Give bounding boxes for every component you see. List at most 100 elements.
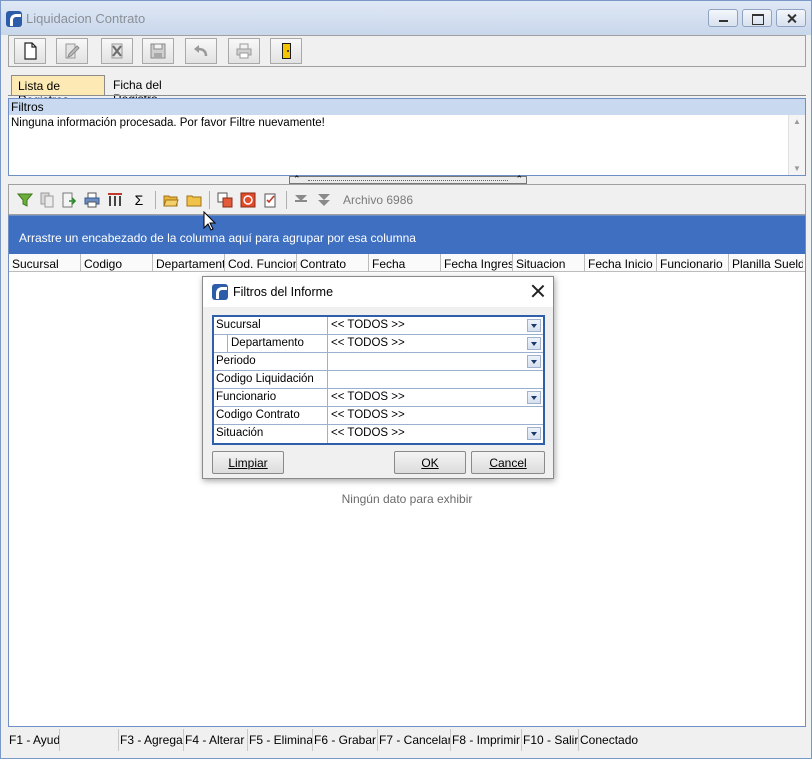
dropdown-arrow-icon[interactable]	[527, 319, 541, 332]
delete-record-button[interactable]	[101, 38, 133, 64]
filter-row-codigo-contrato: Codigo Contrato << TODOS >>	[214, 407, 543, 425]
stop-icon[interactable]	[240, 192, 256, 208]
save-disk-icon	[150, 43, 166, 59]
tab-ficha-registro[interactable]: Ficha del Registro	[107, 75, 207, 106]
print-button[interactable]	[228, 38, 260, 64]
filter-icon[interactable]	[17, 192, 33, 208]
empty-grid-message: Ningún dato para exhibir	[341, 492, 473, 506]
copy-icon[interactable]	[39, 192, 55, 208]
group-by-panel[interactable]: Arrastre un encabezado de la columna aqu…	[9, 216, 805, 254]
funcionario-select[interactable]: << TODOS >>	[328, 389, 543, 406]
filter-label: Situación	[214, 425, 328, 443]
dropdown-arrow-icon[interactable]	[527, 391, 541, 404]
filter-value: << TODOS >>	[331, 427, 405, 439]
column-header[interactable]: Fecha Inicio Contrato	[585, 254, 657, 271]
delete-icon	[111, 43, 123, 59]
export-icon[interactable]	[61, 192, 77, 208]
status-bar: F1 - Ayuda F3 - Agregar F4 - Alterar F5 …	[8, 729, 806, 751]
new-record-button[interactable]	[14, 38, 46, 64]
filter-value: << TODOS >>	[331, 391, 405, 403]
status-f10: F10 - Salir	[522, 729, 579, 751]
situacion-select[interactable]: << TODOS >>	[328, 425, 543, 443]
print-grid-icon[interactable]	[84, 192, 100, 208]
toolbar-separator	[286, 191, 287, 209]
collapse-all-icon[interactable]	[293, 192, 309, 208]
record-toolbar	[8, 35, 806, 67]
new-document-icon	[24, 42, 37, 60]
dialog-title-bar: Filtros del Informe	[203, 277, 553, 307]
maximize-button[interactable]	[742, 9, 772, 27]
edit-record-button[interactable]	[56, 38, 88, 64]
printer-icon	[236, 43, 252, 59]
filter-label: Codigo Contrato	[214, 407, 328, 424]
filter-value: << TODOS >>	[331, 337, 405, 349]
column-header[interactable]: Funcionario	[657, 254, 729, 271]
filter-row-periodo: Periodo	[214, 353, 543, 371]
filter-label: Periodo	[214, 353, 328, 370]
connection-status: Conectado	[580, 733, 639, 747]
status-f1: F1 - Ayuda	[8, 729, 60, 751]
filters-panel: Filtros Ninguna información procesada. P…	[8, 98, 806, 176]
filter-property-grid: Sucursal << TODOS >> Departamento << TOD…	[212, 315, 545, 445]
dialog-title: Filtros del Informe	[233, 285, 334, 299]
dropdown-arrow-icon[interactable]	[527, 355, 541, 368]
dropdown-arrow-icon[interactable]	[527, 337, 541, 350]
departamento-select[interactable]: << TODOS >>	[328, 335, 543, 352]
toolbar-separator	[209, 191, 210, 209]
exit-door-icon	[282, 43, 291, 59]
filter-value: << TODOS >>	[331, 409, 405, 421]
clear-button[interactable]: Limpiar	[212, 451, 284, 474]
codigo-contrato-input[interactable]: << TODOS >>	[328, 407, 543, 424]
mouse-cursor-icon	[203, 211, 217, 231]
codigo-liquidacion-input[interactable]	[328, 371, 543, 388]
cancel-button[interactable]: Cancel	[471, 451, 545, 474]
columns-icon[interactable]	[107, 192, 123, 208]
app-logo-icon	[212, 284, 228, 300]
column-header[interactable]: Cod. Funcionario	[225, 254, 297, 271]
app-logo-icon	[6, 11, 22, 27]
filter-label: Funcionario	[214, 389, 328, 406]
column-headers: Sucursal Codigo Departamento Cod. Funcio…	[9, 254, 805, 272]
minimize-button[interactable]	[708, 9, 738, 27]
tab-lista-registros[interactable]: Lista de Registros	[11, 75, 105, 107]
folder-icon[interactable]	[186, 192, 202, 208]
status-f3: F3 - Agregar	[119, 729, 184, 751]
column-header[interactable]: Planilla Sueldo	[729, 254, 803, 271]
checklist-icon[interactable]	[263, 192, 279, 208]
column-header[interactable]: Fecha Ingreso	[441, 254, 513, 271]
open-folder-icon[interactable]	[163, 192, 179, 208]
duplicate-icon[interactable]	[217, 192, 233, 208]
filter-row-codigo-liquidacion: Codigo Liquidación	[214, 371, 543, 389]
filter-label: Departamento	[214, 335, 328, 352]
panel-splitter[interactable]: ⌃ ⌃	[289, 174, 527, 184]
ok-button[interactable]: OK	[394, 451, 466, 474]
filter-row-situacion: Situación << TODOS >>	[214, 425, 543, 443]
filter-value: << TODOS >>	[331, 319, 405, 331]
toolbar-separator	[155, 191, 156, 209]
column-header[interactable]: Sucursal	[9, 254, 81, 271]
filters-scrollbar[interactable]: ▲ ▼	[788, 115, 805, 175]
expand-all-icon[interactable]	[316, 192, 332, 208]
save-record-button[interactable]	[142, 38, 174, 64]
scroll-down-icon[interactable]: ▼	[793, 164, 801, 173]
undo-icon	[194, 45, 208, 57]
column-header[interactable]: Situacion	[513, 254, 585, 271]
column-header[interactable]: Contrato	[297, 254, 369, 271]
scroll-up-icon[interactable]: ▲	[793, 117, 801, 126]
undo-button[interactable]	[185, 38, 217, 64]
filter-row-sucursal: Sucursal << TODOS >>	[214, 317, 543, 335]
close-window-button[interactable]	[776, 9, 806, 27]
sucursal-select[interactable]: << TODOS >>	[328, 317, 543, 334]
periodo-select[interactable]	[328, 353, 543, 370]
window-title: Liquidacion Contrato	[26, 11, 146, 26]
column-header[interactable]: Departamento	[153, 254, 225, 271]
title-bar: Liquidacion Contrato	[1, 1, 811, 35]
exit-button[interactable]	[270, 38, 302, 64]
dropdown-arrow-icon[interactable]	[527, 427, 541, 440]
column-header[interactable]: Fecha	[369, 254, 441, 271]
sum-icon[interactable]: Σ	[131, 192, 147, 208]
close-icon[interactable]	[529, 283, 547, 301]
column-header[interactable]: Codigo	[81, 254, 153, 271]
grid-toolbar: Σ Archivo 6986	[8, 184, 806, 215]
status-empty	[60, 729, 119, 751]
